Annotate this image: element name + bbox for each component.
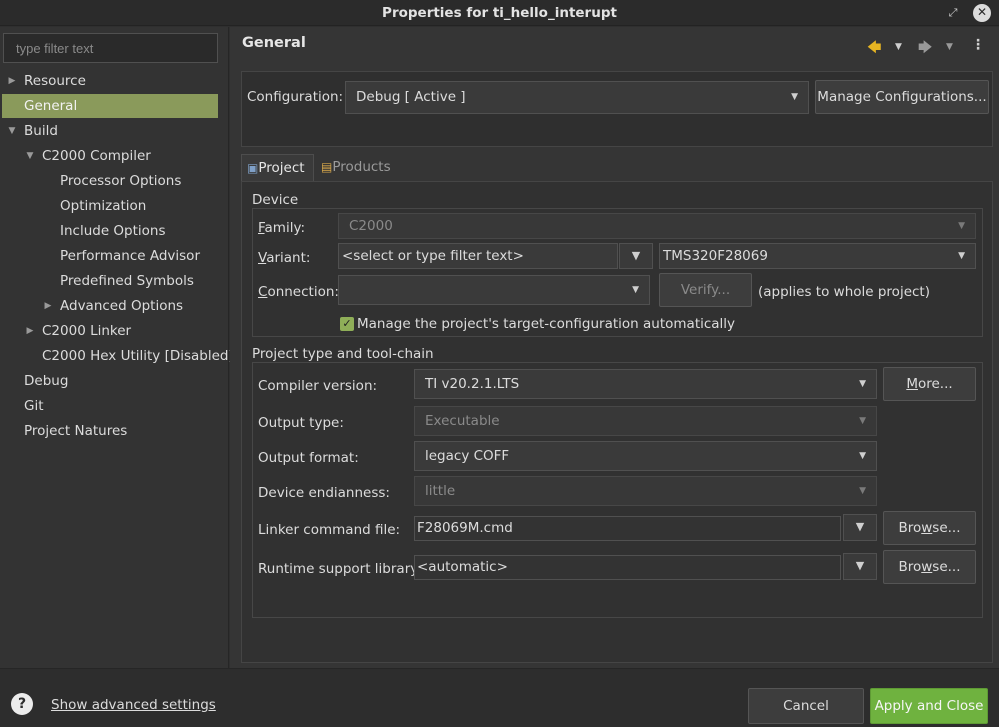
more-button[interactable]: More... [883,367,976,401]
forward-arrow-icon[interactable]: 🡆 [918,37,932,61]
show-advanced-settings-link[interactable]: Show advanced settings [51,697,216,713]
tree-item-c2000-linker[interactable]: ▶ C2000 Linker [0,319,229,343]
runtime-support-library-input[interactable]: <automatic> [414,555,841,580]
variant-filter-input[interactable]: <select or type filter text> [338,243,618,269]
verify-button[interactable]: Verify... [659,273,752,307]
chevron-down-icon: ▼ [958,221,965,231]
tab-products[interactable]: ▤Products [316,154,396,181]
tree-item-processor-options[interactable]: Processor Options [0,169,229,193]
apply-and-close-button[interactable]: Apply and Close [870,688,988,724]
output-type-select[interactable]: Executable ▼ [414,406,877,436]
restore-icon[interactable]: ⤢ [944,4,962,22]
forward-history-dropdown-icon[interactable]: ▼ [946,42,953,52]
tree-item-include-options[interactable]: Include Options [0,219,229,243]
expand-icon[interactable]: ▶ [25,319,35,343]
tree-item-resource[interactable]: ▶ Resource [0,69,229,93]
device-endianness-select[interactable]: little ▼ [414,476,877,506]
connection-label: Connection: [258,284,339,300]
variant-filter-dropdown-button[interactable]: ▼ [619,243,653,269]
manage-configurations-button[interactable]: Manage Configurations... [815,80,989,114]
main-panel: General 🡄 ▼ 🡆 ▼ ⋮ Configuration: Debug [… [230,27,999,668]
window-title: Properties for ti_hello_interupt [382,5,617,21]
tree-item-build[interactable]: ▼ Build [0,119,229,143]
compiler-version-select[interactable]: TI v20.2.1.LTS ▼ [414,369,877,399]
configuration-select[interactable]: Debug [ Active ] ▼ [345,81,809,114]
tab-project[interactable]: ▣Project [241,154,314,181]
output-format-label: Output format: [258,450,359,466]
runtime-browse-button[interactable]: Browse... [883,550,976,584]
family-select[interactable]: C2000 ▼ [338,213,976,239]
expand-icon[interactable]: ▶ [7,69,17,93]
linker-command-file-dropdown[interactable]: ▼ [843,514,877,541]
runtime-support-library-label: Runtime support library: [258,561,422,577]
tree-item-performance-advisor[interactable]: Performance Advisor [0,244,229,268]
tree-item-c2000-hex-utility[interactable]: C2000 Hex Utility [Disabled] [0,344,234,368]
tree-item-c2000-compiler[interactable]: ▼ C2000 Compiler [0,144,229,168]
project-tab-icon: ▣ [247,161,259,175]
page-title: General [242,35,306,51]
tree-item-debug[interactable]: Debug [0,369,229,393]
tree-item-optimization[interactable]: Optimization [0,194,229,218]
linker-command-file-label: Linker command file: [258,522,401,538]
configuration-section: Configuration: Debug [ Active ] ▼ Manage… [241,71,993,147]
chevron-down-icon: ▼ [632,285,639,295]
chevron-down-icon: ▼ [631,249,641,262]
back-history-dropdown-icon[interactable]: ▼ [895,42,902,52]
back-arrow-icon[interactable]: 🡄 [867,37,881,61]
filter-input[interactable] [3,33,218,63]
collapse-icon[interactable]: ▼ [7,119,17,143]
tree-item-predefined-symbols[interactable]: Predefined Symbols [0,269,229,293]
cancel-button[interactable]: Cancel [748,688,864,724]
toolchain-group: Compiler version: TI v20.2.1.LTS ▼ More.… [252,362,983,618]
variant-label: Variant: [258,250,311,266]
products-tab-icon: ▤ [321,160,333,174]
chevron-down-icon: ▼ [859,451,866,461]
tree-item-advanced-options[interactable]: ▶ Advanced Options [0,294,229,318]
expand-icon[interactable]: ▶ [43,294,53,318]
family-label: Family: [258,220,306,236]
runtime-support-library-dropdown[interactable]: ▼ [843,553,877,580]
manage-target-config-checkbox[interactable]: ✓ [340,317,354,331]
applies-note: (applies to whole project) [758,284,930,300]
dialog-footer: ? Show advanced settings Cancel Apply an… [0,668,999,727]
manage-target-config-label: Manage the project's target-configuratio… [357,316,736,332]
chevron-down-icon: ▼ [855,559,865,572]
connection-select[interactable]: ▼ [338,275,650,305]
chevron-down-icon: ▼ [859,416,866,426]
chevron-down-icon: ▼ [859,379,866,389]
tree-item-git[interactable]: Git [0,394,229,418]
output-type-label: Output type: [258,415,344,431]
compiler-version-label: Compiler version: [258,378,378,394]
project-tab-panel: Device Family: C2000 ▼ Variant: <select … [241,181,993,663]
chevron-down-icon: ▼ [859,486,866,496]
device-endianness-label: Device endianness: [258,485,390,501]
device-group: Family: C2000 ▼ Variant: <select or type… [252,208,983,337]
collapse-icon[interactable]: ▼ [25,144,35,168]
output-format-select[interactable]: legacy COFF ▼ [414,441,877,471]
help-icon[interactable]: ? [11,693,33,715]
close-icon[interactable]: ✕ [973,4,991,22]
chevron-down-icon: ▼ [791,92,798,102]
configuration-label: Configuration: [247,89,344,105]
chevron-down-icon: ▼ [855,520,865,533]
device-group-title: Device [252,192,299,208]
title-bar: Properties for ti_hello_interupt ⤢ ✕ [0,0,999,26]
view-menu-icon[interactable]: ⋮ [971,37,985,53]
chevron-down-icon: ▼ [958,251,965,261]
toolchain-group-title: Project type and tool-chain [252,346,434,362]
linker-command-file-input[interactable]: F28069M.cmd [414,516,841,541]
variant-select[interactable]: TMS320F28069 ▼ [659,243,976,269]
tree-item-general[interactable]: General [2,94,218,118]
tree-item-project-natures[interactable]: Project Natures [0,419,229,443]
sidebar: ▶Resource General ▼Build ▼C2000 Compiler… [0,27,234,668]
linker-browse-button[interactable]: Browse... [883,511,976,545]
